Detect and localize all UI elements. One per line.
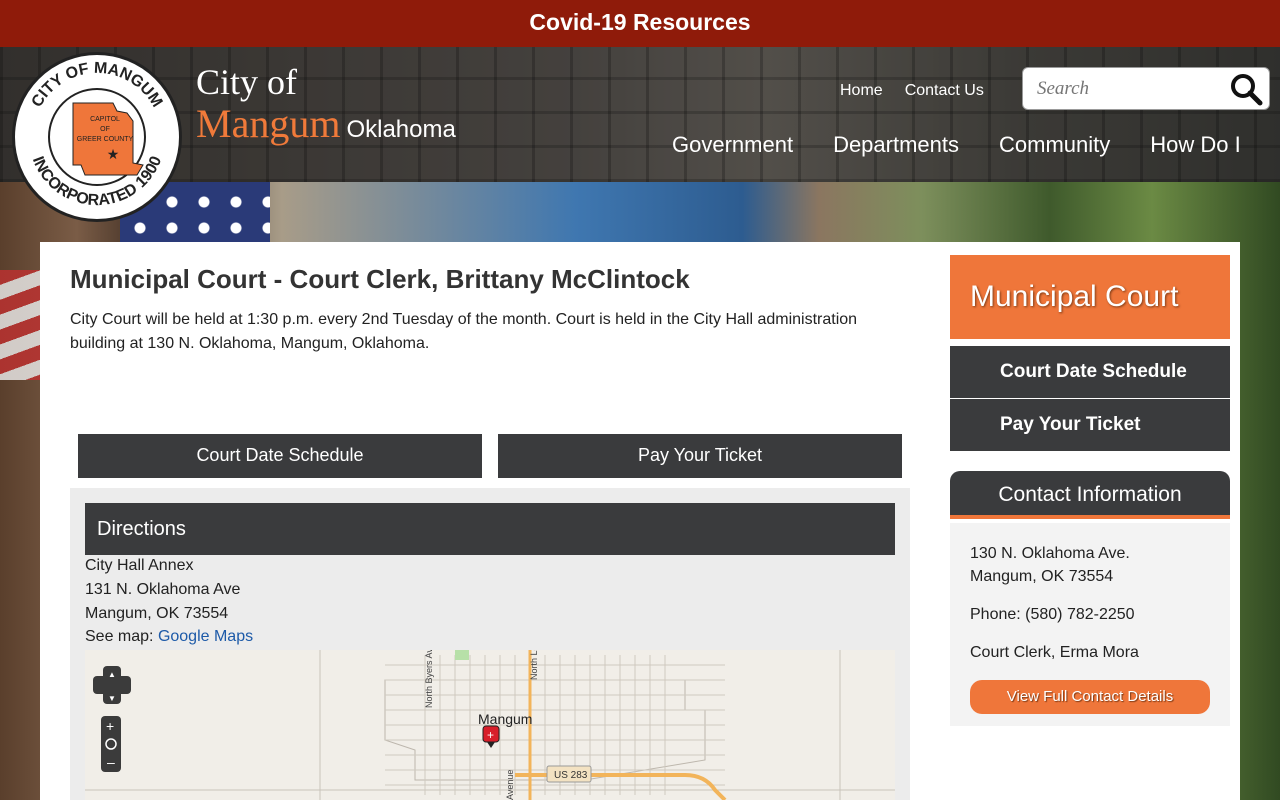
site-brand[interactable]: City of Mangum Oklahoma [196,62,456,146]
svg-text:–: – [107,754,115,770]
location-map[interactable]: North Byers Ave North Louis Avenue Mangu… [85,650,895,800]
map-highway-label: US 283 [554,770,588,781]
utility-nav: Home Contact Us [840,82,984,100]
nav-departments[interactable]: Departments [833,132,959,158]
directions-heading: Directions [85,503,895,555]
nav-community[interactable]: Community [999,132,1110,158]
map-road-label-2: North Louis [529,650,539,680]
google-maps-link[interactable]: Google Maps [158,628,253,645]
directions-location-name: City Hall Annex [85,557,194,574]
nav-how-do-i[interactable]: How Do I [1150,132,1240,158]
svg-text:★: ★ [107,146,120,162]
see-map-label: See map: [85,628,154,645]
sidebar-title: Municipal Court [950,255,1230,339]
contact-phone: Phone: (580) 782-2250 [970,606,1135,623]
map-road-label-1: North Byers Ave [424,650,434,708]
svg-text:OF: OF [100,126,110,133]
svg-text:▲: ▲ [108,670,116,679]
svg-text:+: + [106,718,114,734]
contact-address-line1: 130 N. Oklahoma Ave. [970,545,1130,562]
flag-stripes-image [0,270,40,380]
main-nav: Government Departments Community How Do … [672,132,1241,158]
home-link[interactable]: Home [840,82,883,100]
view-full-contact-details-button[interactable]: View Full Contact Details [970,680,1210,714]
directions-city-state: Mangum, OK 73554 [85,605,229,622]
contact-us-link[interactable]: Contact Us [905,82,984,100]
contact-info-heading: Contact Information [950,471,1230,519]
map-town-label: Mangum [478,711,532,727]
map-pan-control-icon: ▲ ▼ [93,666,131,704]
intro-text: City Court will be held at 1:30 p.m. eve… [70,311,858,352]
svg-text:+: + [487,728,494,742]
sidebar-link-pay-your-ticket[interactable]: Pay Your Ticket [950,399,1230,451]
sidebar-link-court-date-schedule[interactable]: Court Date Schedule [950,346,1230,398]
brand-name: Mangum [196,101,341,146]
covid-banner-link[interactable]: Covid-19 Resources [0,0,1280,47]
search-box [1022,67,1270,110]
city-seal-logo[interactable]: CITY OF MANGUM INCORPORATED 1900 CAPITOL… [12,52,182,222]
page-title: Municipal Court - Court Clerk, Brittany … [70,264,690,294]
svg-text:GREER COUNTY: GREER COUNTY [77,136,134,143]
map-zoom-control-icon: + – [101,716,121,772]
contact-address-line2: Mangum, OK 73554 [970,568,1114,585]
nav-government[interactable]: Government [672,132,793,158]
contact-clerk: Court Clerk, Erma Mora [970,644,1139,661]
directions-street: 131 N. Oklahoma Ave [85,581,241,598]
court-date-schedule-button[interactable]: Court Date Schedule [78,434,482,478]
svg-text:CAPITOL: CAPITOL [90,116,120,123]
brand-state: Oklahoma [346,116,456,143]
search-input[interactable] [1023,68,1223,109]
brand-city-of: City of [196,62,298,102]
directions-map-line: See map: Google Maps [85,628,253,646]
pay-your-ticket-button[interactable]: Pay Your Ticket [498,434,902,478]
search-icon[interactable] [1229,72,1263,106]
map-road-label-3: Avenue [505,770,515,800]
svg-text:▼: ▼ [108,694,116,703]
